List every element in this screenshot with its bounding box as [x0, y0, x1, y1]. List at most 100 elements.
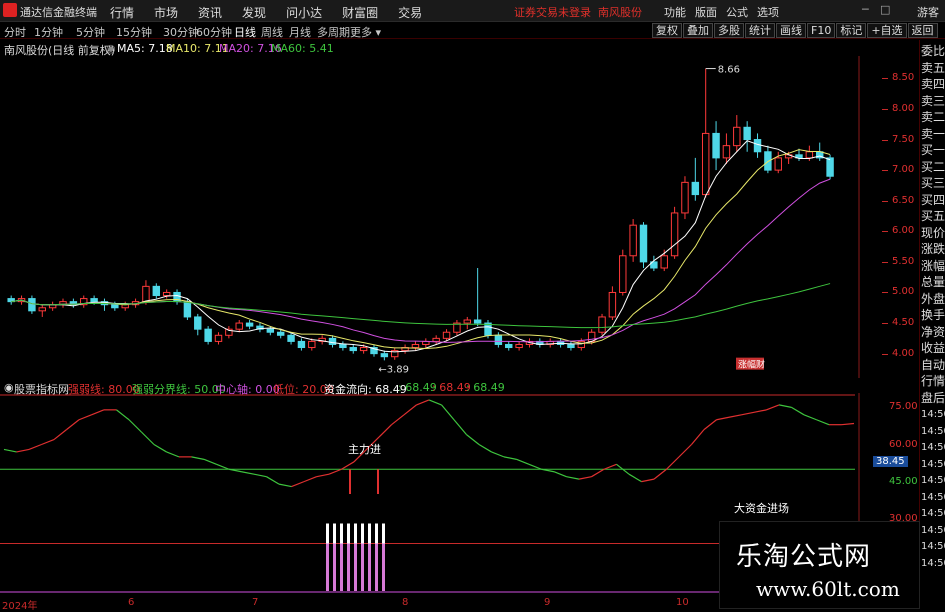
- quote-sidebar: 委比卖五 卖四卖三 卖二卖一 买一买二 买三买四 买五现价 涨跌涨幅 总量外盘 换手净资 收益自动…: [919, 40, 945, 609]
- sidebar-item[interactable]: 卖五: [921, 61, 945, 76]
- price-tick: [882, 108, 888, 110]
- period-tab-monthly[interactable]: 月线: [289, 24, 311, 40]
- stats-button[interactable]: 统计: [745, 23, 775, 38]
- sidebar-item[interactable]: 买五: [921, 209, 945, 224]
- flow-segment: [253, 473, 267, 478]
- menu-formula[interactable]: 公式: [726, 4, 748, 20]
- candle-body: [577, 340, 586, 349]
- candle-body: [142, 285, 150, 303]
- minimize-icon[interactable]: ─: [862, 3, 869, 16]
- sidebar-item[interactable]: 14:50: [921, 407, 945, 422]
- candle-body: [194, 316, 202, 330]
- sidebar-item[interactable]: 自动: [921, 358, 945, 373]
- candle-body: [753, 139, 762, 153]
- period-tab-5min[interactable]: 5分钟: [76, 24, 105, 40]
- candle-body: [473, 319, 482, 324]
- sidebar-item[interactable]: 14:50: [921, 440, 945, 455]
- menu-item-ask[interactable]: 问小达: [286, 4, 322, 21]
- sidebar-item[interactable]: 14:50: [921, 424, 945, 439]
- menu-function[interactable]: 功能: [664, 4, 686, 20]
- candlestick-chart[interactable]: 8.66 ←3.89 涨幅财: [0, 56, 860, 378]
- add-watchlist-button[interactable]: +自选: [867, 23, 907, 38]
- period-tab-daily[interactable]: 日线: [234, 24, 256, 40]
- sidebar-item[interactable]: 外盘: [921, 292, 945, 307]
- sidebar-item[interactable]: 卖三: [921, 94, 945, 109]
- overlay-button[interactable]: 叠加: [683, 23, 713, 38]
- sidebar-item[interactable]: 涨跌: [921, 242, 945, 257]
- sidebar-item[interactable]: 收益: [921, 341, 945, 356]
- sidebar-item[interactable]: 委比: [921, 44, 945, 59]
- flow-segment: [791, 406, 805, 416]
- signal-bar-white: [326, 523, 329, 544]
- sidebar-item[interactable]: 换手: [921, 308, 945, 323]
- menu-item-discover[interactable]: 发现: [242, 4, 266, 21]
- period-tab-15min[interactable]: 15分钟: [116, 24, 152, 40]
- sidebar-item[interactable]: 14:50: [921, 506, 945, 521]
- mark-button[interactable]: 标记: [836, 23, 867, 38]
- restore-icon[interactable]: □: [880, 3, 890, 16]
- watermark: 乐淘公式网 www.60lt.com: [719, 521, 920, 609]
- sidebar-item[interactable]: 涨幅: [921, 259, 945, 274]
- candle-body: [639, 224, 648, 263]
- menu-item-news[interactable]: 资讯: [198, 4, 222, 21]
- period-tab-60min[interactable]: 60分钟: [196, 24, 232, 40]
- period-tab-1min[interactable]: 1分钟: [34, 24, 63, 40]
- candle-body: [764, 151, 772, 171]
- sidebar-item[interactable]: 14:50: [921, 556, 945, 571]
- menu-item-trade[interactable]: 交易: [398, 4, 422, 21]
- flow-segment: [491, 451, 505, 458]
- candle-body: [339, 343, 347, 349]
- f10-button[interactable]: F10: [807, 23, 836, 38]
- settings-icon[interactable]: ◉: [106, 42, 116, 55]
- sidebar-item[interactable]: 买一: [921, 143, 945, 158]
- sidebar-item[interactable]: 总量: [921, 275, 945, 290]
- sidebar-item[interactable]: 买二: [921, 160, 945, 175]
- time-tick-label: 10: [676, 597, 689, 608]
- price-tick-label: 4.00: [892, 347, 915, 359]
- sidebar-item[interactable]: 14:50: [921, 457, 945, 472]
- sidebar-item[interactable]: 14:50: [921, 490, 945, 505]
- flow-segment: [391, 414, 405, 426]
- period-tab-weekly[interactable]: 周线: [261, 24, 283, 40]
- sidebar-item[interactable]: 卖四: [921, 77, 945, 92]
- login-notice[interactable]: 证券交易未登录 南风股份: [514, 4, 642, 20]
- menu-item-quotes[interactable]: 行情: [110, 4, 134, 21]
- candle-body: [90, 298, 98, 303]
- menu-item-wealth[interactable]: 财富圈: [342, 4, 378, 21]
- sidebar-item[interactable]: 买四: [921, 193, 945, 208]
- sidebar-item[interactable]: 14:50: [921, 523, 945, 538]
- sidebar-item[interactable]: 14:50: [921, 539, 945, 554]
- period-tab-timeshare[interactable]: 分时: [4, 24, 26, 40]
- signal-bar-white: [354, 523, 357, 544]
- guest-label[interactable]: 游客: [917, 4, 939, 20]
- period-tab-more[interactable]: 更多 ▾: [350, 24, 381, 40]
- candle-body: [432, 337, 440, 342]
- flow-segment: [816, 419, 830, 426]
- sidebar-item[interactable]: 行情: [921, 374, 945, 389]
- candle-body: [297, 340, 306, 349]
- sidebar-item[interactable]: 盘后: [921, 391, 945, 406]
- draw-button[interactable]: 画线: [776, 23, 806, 38]
- sidebar-item[interactable]: 买三: [921, 176, 945, 191]
- price-tick-label: 7.50: [892, 133, 915, 145]
- menu-item-market[interactable]: 市场: [154, 4, 178, 21]
- adjust-button[interactable]: 复权: [652, 23, 682, 38]
- multi-stock-button[interactable]: 多股: [714, 23, 744, 38]
- flow-segment: [3, 448, 17, 453]
- sidebar-item[interactable]: 卖二: [921, 110, 945, 125]
- price-tick: [882, 78, 888, 80]
- candle-body: [743, 126, 751, 141]
- period-tab-multi[interactable]: 多周期: [317, 24, 350, 40]
- sidebar-item[interactable]: 14:50: [921, 473, 945, 488]
- ma60-label: MA60: 5.41: [271, 42, 334, 55]
- sidebar-item[interactable]: 现价: [921, 226, 945, 241]
- sidebar-item[interactable]: 卖一: [921, 127, 945, 142]
- period-tab-30min[interactable]: 30分钟: [163, 24, 199, 40]
- candle-body: [235, 322, 243, 330]
- price-tick: [882, 261, 888, 263]
- menu-options[interactable]: 选项: [757, 4, 779, 20]
- candle-body: [774, 157, 782, 171]
- menu-layout[interactable]: 版面: [695, 4, 717, 20]
- back-button[interactable]: 返回: [907, 23, 938, 38]
- sidebar-item[interactable]: 净资: [921, 325, 945, 340]
